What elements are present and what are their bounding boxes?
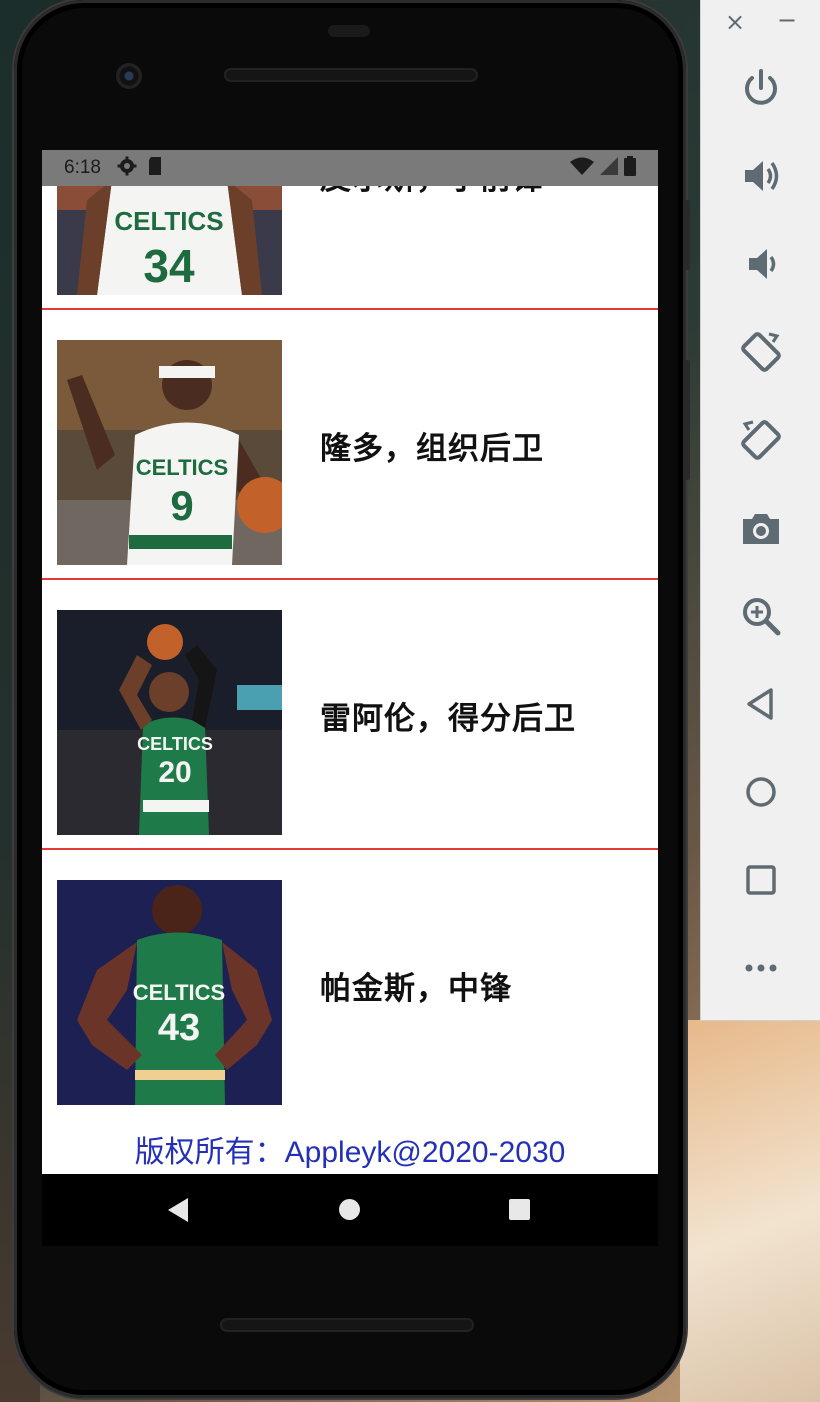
jersey-number: 43 xyxy=(158,1007,200,1049)
zoom-icon[interactable] xyxy=(737,592,785,640)
earpiece xyxy=(328,25,370,37)
jersey-text: CELTICS xyxy=(137,734,213,754)
signal-icon xyxy=(600,157,618,179)
nav-recents-icon[interactable] xyxy=(509,1199,530,1220)
app-screen: 6:18 CELTICS 34 CELTICS 9 隆多，组织后卫 CELTIC… xyxy=(42,150,658,1174)
camera-icon[interactable] xyxy=(737,504,785,552)
battery-icon xyxy=(624,156,636,180)
jersey-text: CELTICS xyxy=(136,455,228,480)
list-item[interactable]: CELTICS 43 帕金斯，中锋 xyxy=(42,850,658,1120)
power-icon[interactable] xyxy=(737,64,785,112)
rotate-right-icon[interactable] xyxy=(737,416,785,464)
volume-side-button xyxy=(684,360,690,480)
player-photo: CELTICS 20 xyxy=(57,610,282,835)
list-item[interactable]: CELTICS 20 雷阿伦，得分后卫 xyxy=(42,580,658,850)
player-list: CELTICS 34 皮尔斯，小前锋 xyxy=(42,150,658,1120)
rotate-left-icon[interactable] xyxy=(737,328,785,376)
status-time: 6:18 xyxy=(64,157,101,178)
phone-nav-bar xyxy=(42,1174,658,1246)
bottom-speaker xyxy=(220,1318,474,1332)
footer-copyright: 版权所有：Appleyk@2020-2030 xyxy=(42,1118,658,1174)
home-icon[interactable] xyxy=(737,768,785,816)
settings-icon xyxy=(117,156,137,180)
player-photo: CELTICS 9 xyxy=(57,340,282,565)
top-speaker xyxy=(224,68,478,82)
background-right xyxy=(680,1020,820,1402)
more-icon[interactable] xyxy=(737,944,785,992)
list-item[interactable]: CELTICS 9 隆多，组织后卫 xyxy=(42,310,658,580)
status-bar: 6:18 xyxy=(42,150,658,186)
close-icon[interactable]: × xyxy=(725,8,745,36)
jersey-number: 20 xyxy=(158,756,191,789)
player-label: 隆多，组织后卫 xyxy=(320,430,544,467)
back-icon[interactable] xyxy=(737,680,785,728)
front-camera xyxy=(116,63,142,89)
player-label: 雷阿伦，得分后卫 xyxy=(320,700,576,737)
minimize-icon[interactable]: − xyxy=(777,6,797,34)
nav-home-icon[interactable] xyxy=(339,1199,360,1220)
wifi-icon xyxy=(570,157,594,179)
player-photo: CELTICS 43 xyxy=(57,880,282,1105)
power-side-button xyxy=(684,200,690,270)
volume-down-icon[interactable] xyxy=(737,240,785,288)
jersey-number: 9 xyxy=(170,482,193,529)
jersey-text: CELTICS xyxy=(114,206,223,236)
nav-back-icon[interactable] xyxy=(168,1198,188,1222)
volume-up-icon[interactable] xyxy=(737,152,785,200)
jersey-number: 34 xyxy=(143,240,195,292)
emulator-toolbar: × − xyxy=(700,0,820,1021)
sd-card-icon xyxy=(147,156,163,180)
jersey-text: CELTICS xyxy=(133,980,225,1005)
player-label: 帕金斯，中锋 xyxy=(320,970,512,1007)
overview-icon[interactable] xyxy=(737,856,785,904)
